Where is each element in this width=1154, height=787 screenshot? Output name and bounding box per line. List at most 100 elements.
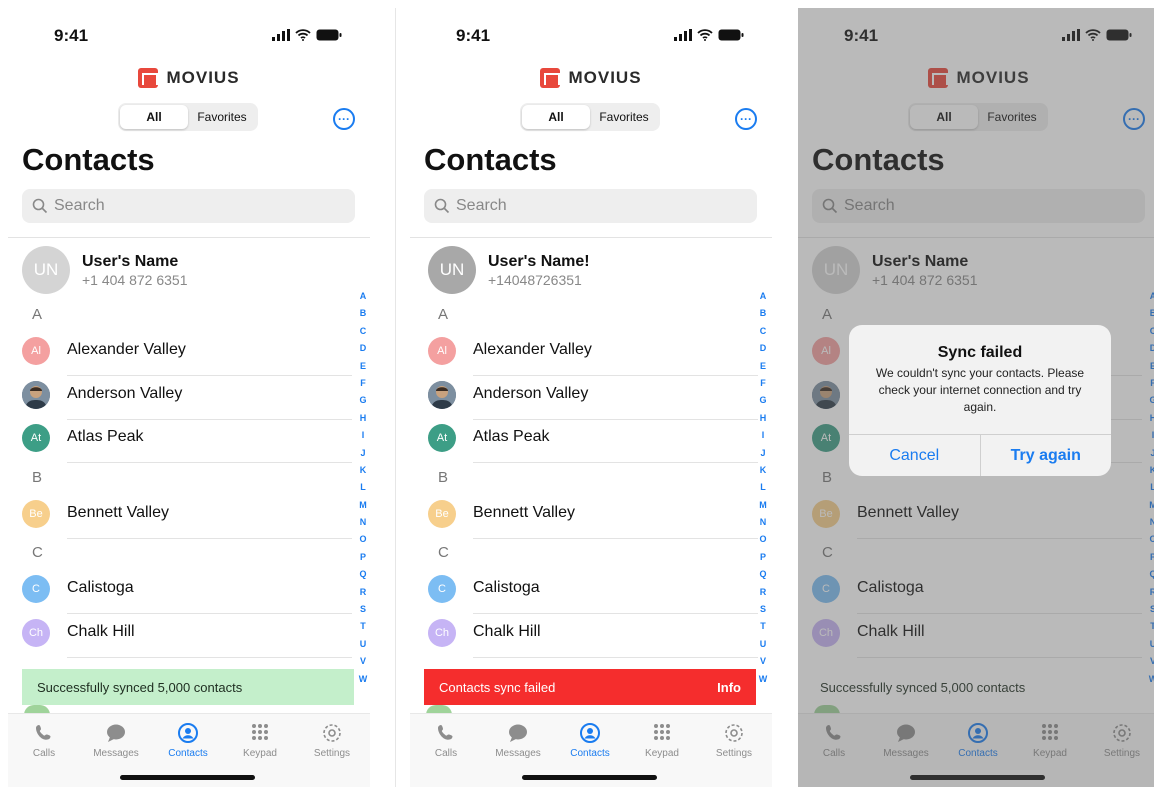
index-letter[interactable]: U [360, 636, 367, 653]
index-letter[interactable]: W [759, 671, 768, 688]
contacts-filter-segment: All Favorites [520, 103, 660, 131]
index-letter[interactable]: C [760, 323, 767, 340]
contact-row[interactable]: Ch Chalk Hill [428, 614, 758, 658]
index-letter[interactable]: D [360, 340, 367, 357]
segment-favorites[interactable]: Favorites [188, 105, 256, 129]
index-letter[interactable]: N [760, 514, 767, 531]
index-letter[interactable]: J [360, 445, 365, 462]
tab-label: Calls [434, 748, 458, 759]
contact-row[interactable]: Al Alexander Valley [22, 332, 352, 376]
index-letter[interactable]: C [360, 323, 367, 340]
more-options-icon[interactable]: ··· [333, 108, 355, 130]
index-letter[interactable]: M [759, 497, 767, 514]
segment-all[interactable]: All [522, 105, 590, 129]
index-letter[interactable]: K [360, 462, 367, 479]
index-letter[interactable]: I [362, 427, 365, 444]
index-letter[interactable]: S [360, 601, 366, 618]
dialog-title: Sync failed [937, 344, 1023, 361]
tab-calls[interactable]: Calls [12, 722, 76, 759]
tab-bar: Calls Messages Contacts Keypad Settings [8, 713, 370, 787]
index-letter[interactable]: G [359, 392, 366, 409]
banner-info-button[interactable]: Info [717, 680, 741, 695]
tab-keypad[interactable]: Keypad [228, 722, 292, 759]
system-indicators [272, 29, 342, 41]
search-input[interactable]: Search [22, 189, 355, 223]
contact-name: Alexander Valley [67, 341, 186, 358]
index-letter[interactable]: T [360, 618, 366, 635]
my-avatar: UN [428, 246, 476, 294]
contact-row[interactable]: C Calistoga [428, 570, 758, 614]
index-letter[interactable]: H [760, 410, 767, 427]
contact-row[interactable]: Be Bennett Valley [22, 495, 352, 539]
tab-calls[interactable]: Calls [414, 722, 478, 759]
tab-keypad[interactable]: Keypad [630, 722, 694, 759]
index-letter[interactable]: A [360, 288, 367, 305]
index-letter[interactable]: T [760, 618, 766, 635]
more-options-icon[interactable]: ··· [735, 108, 757, 130]
index-letter[interactable]: L [360, 479, 366, 496]
index-letter[interactable]: B [360, 305, 367, 322]
index-letter[interactable]: K [760, 462, 767, 479]
contact-row[interactable]: Ch Chalk Hill [22, 614, 352, 658]
index-letter[interactable]: Q [359, 566, 366, 583]
index-letter[interactable]: D [760, 340, 767, 357]
status-time: 9:41 [54, 26, 89, 45]
tab-contacts[interactable]: Contacts [156, 722, 220, 759]
search-input[interactable]: Search [424, 189, 757, 223]
contact-row[interactable]: Be Bennett Valley [428, 495, 758, 539]
tab-label: Messages [495, 748, 541, 759]
index-letter[interactable]: M [359, 497, 367, 514]
try-again-button[interactable]: Try again [981, 435, 1112, 476]
my-name[interactable]: User's Name [82, 253, 178, 271]
index-letter[interactable]: O [759, 531, 766, 548]
index-letter[interactable]: S [760, 601, 766, 618]
segment-favorites[interactable]: Favorites [590, 105, 658, 129]
index-letter[interactable]: G [759, 392, 766, 409]
contact-row[interactable]: At Atlas Peak [22, 419, 352, 463]
index-letter[interactable]: J [760, 445, 765, 462]
index-letter[interactable]: E [360, 358, 366, 375]
index-letter[interactable]: E [760, 358, 766, 375]
sync-success-banner[interactable]: Successfully synced 5,000 contacts [22, 669, 354, 705]
index-letter[interactable]: U [760, 636, 767, 653]
contact-row[interactable]: Anderson Valley [428, 376, 758, 420]
contact-row[interactable]: Anderson Valley [22, 376, 352, 420]
index-letter[interactable]: I [762, 427, 765, 444]
index-letter[interactable]: R [360, 584, 367, 601]
sync-failed-banner[interactable]: Contacts sync failed Info [424, 669, 756, 705]
index-letter[interactable]: O [359, 531, 366, 548]
contact-avatar: Be [22, 499, 50, 528]
tab-messages[interactable]: Messages [486, 722, 550, 759]
tab-messages[interactable]: Messages [84, 722, 148, 759]
alphabet-index[interactable]: ABCDEFGHIJKLMNOPQRSTUVW [357, 288, 369, 688]
index-letter[interactable]: N [360, 514, 367, 531]
index-letter[interactable]: P [360, 549, 366, 566]
index-letter[interactable]: F [360, 375, 366, 392]
alphabet-index[interactable]: ABCDEFGHIJKLMNOPQRSTUVW [757, 288, 769, 688]
index-letter[interactable]: B [760, 305, 767, 322]
my-name[interactable]: User's Name! [488, 253, 590, 271]
index-letter[interactable]: W [359, 671, 368, 688]
tab-settings[interactable]: Settings [300, 722, 364, 759]
cancel-button[interactable]: Cancel [849, 435, 980, 476]
index-letter[interactable]: V [760, 653, 766, 670]
my-phone: +1 404 872 6351 [82, 272, 188, 288]
contact-row[interactable]: Al Alexander Valley [428, 332, 758, 376]
index-letter[interactable]: F [760, 375, 766, 392]
row-divider [473, 462, 758, 463]
tab-label: Keypad [243, 748, 277, 759]
index-letter[interactable]: Q [759, 566, 766, 583]
contact-name: Anderson Valley [473, 384, 589, 402]
index-letter[interactable]: V [360, 653, 366, 670]
index-letter[interactable]: P [760, 549, 766, 566]
index-letter[interactable]: R [760, 584, 767, 601]
contact-row[interactable]: At Atlas Peak [428, 419, 758, 463]
tab-contacts[interactable]: Contacts [558, 722, 622, 759]
tab-settings[interactable]: Settings [702, 722, 766, 759]
index-letter[interactable]: A [760, 288, 767, 305]
index-letter[interactable]: H [360, 410, 367, 427]
row-divider [473, 537, 758, 539]
index-letter[interactable]: L [760, 479, 766, 496]
segment-all[interactable]: All [120, 105, 188, 129]
contact-row[interactable]: C Calistoga [22, 570, 352, 614]
